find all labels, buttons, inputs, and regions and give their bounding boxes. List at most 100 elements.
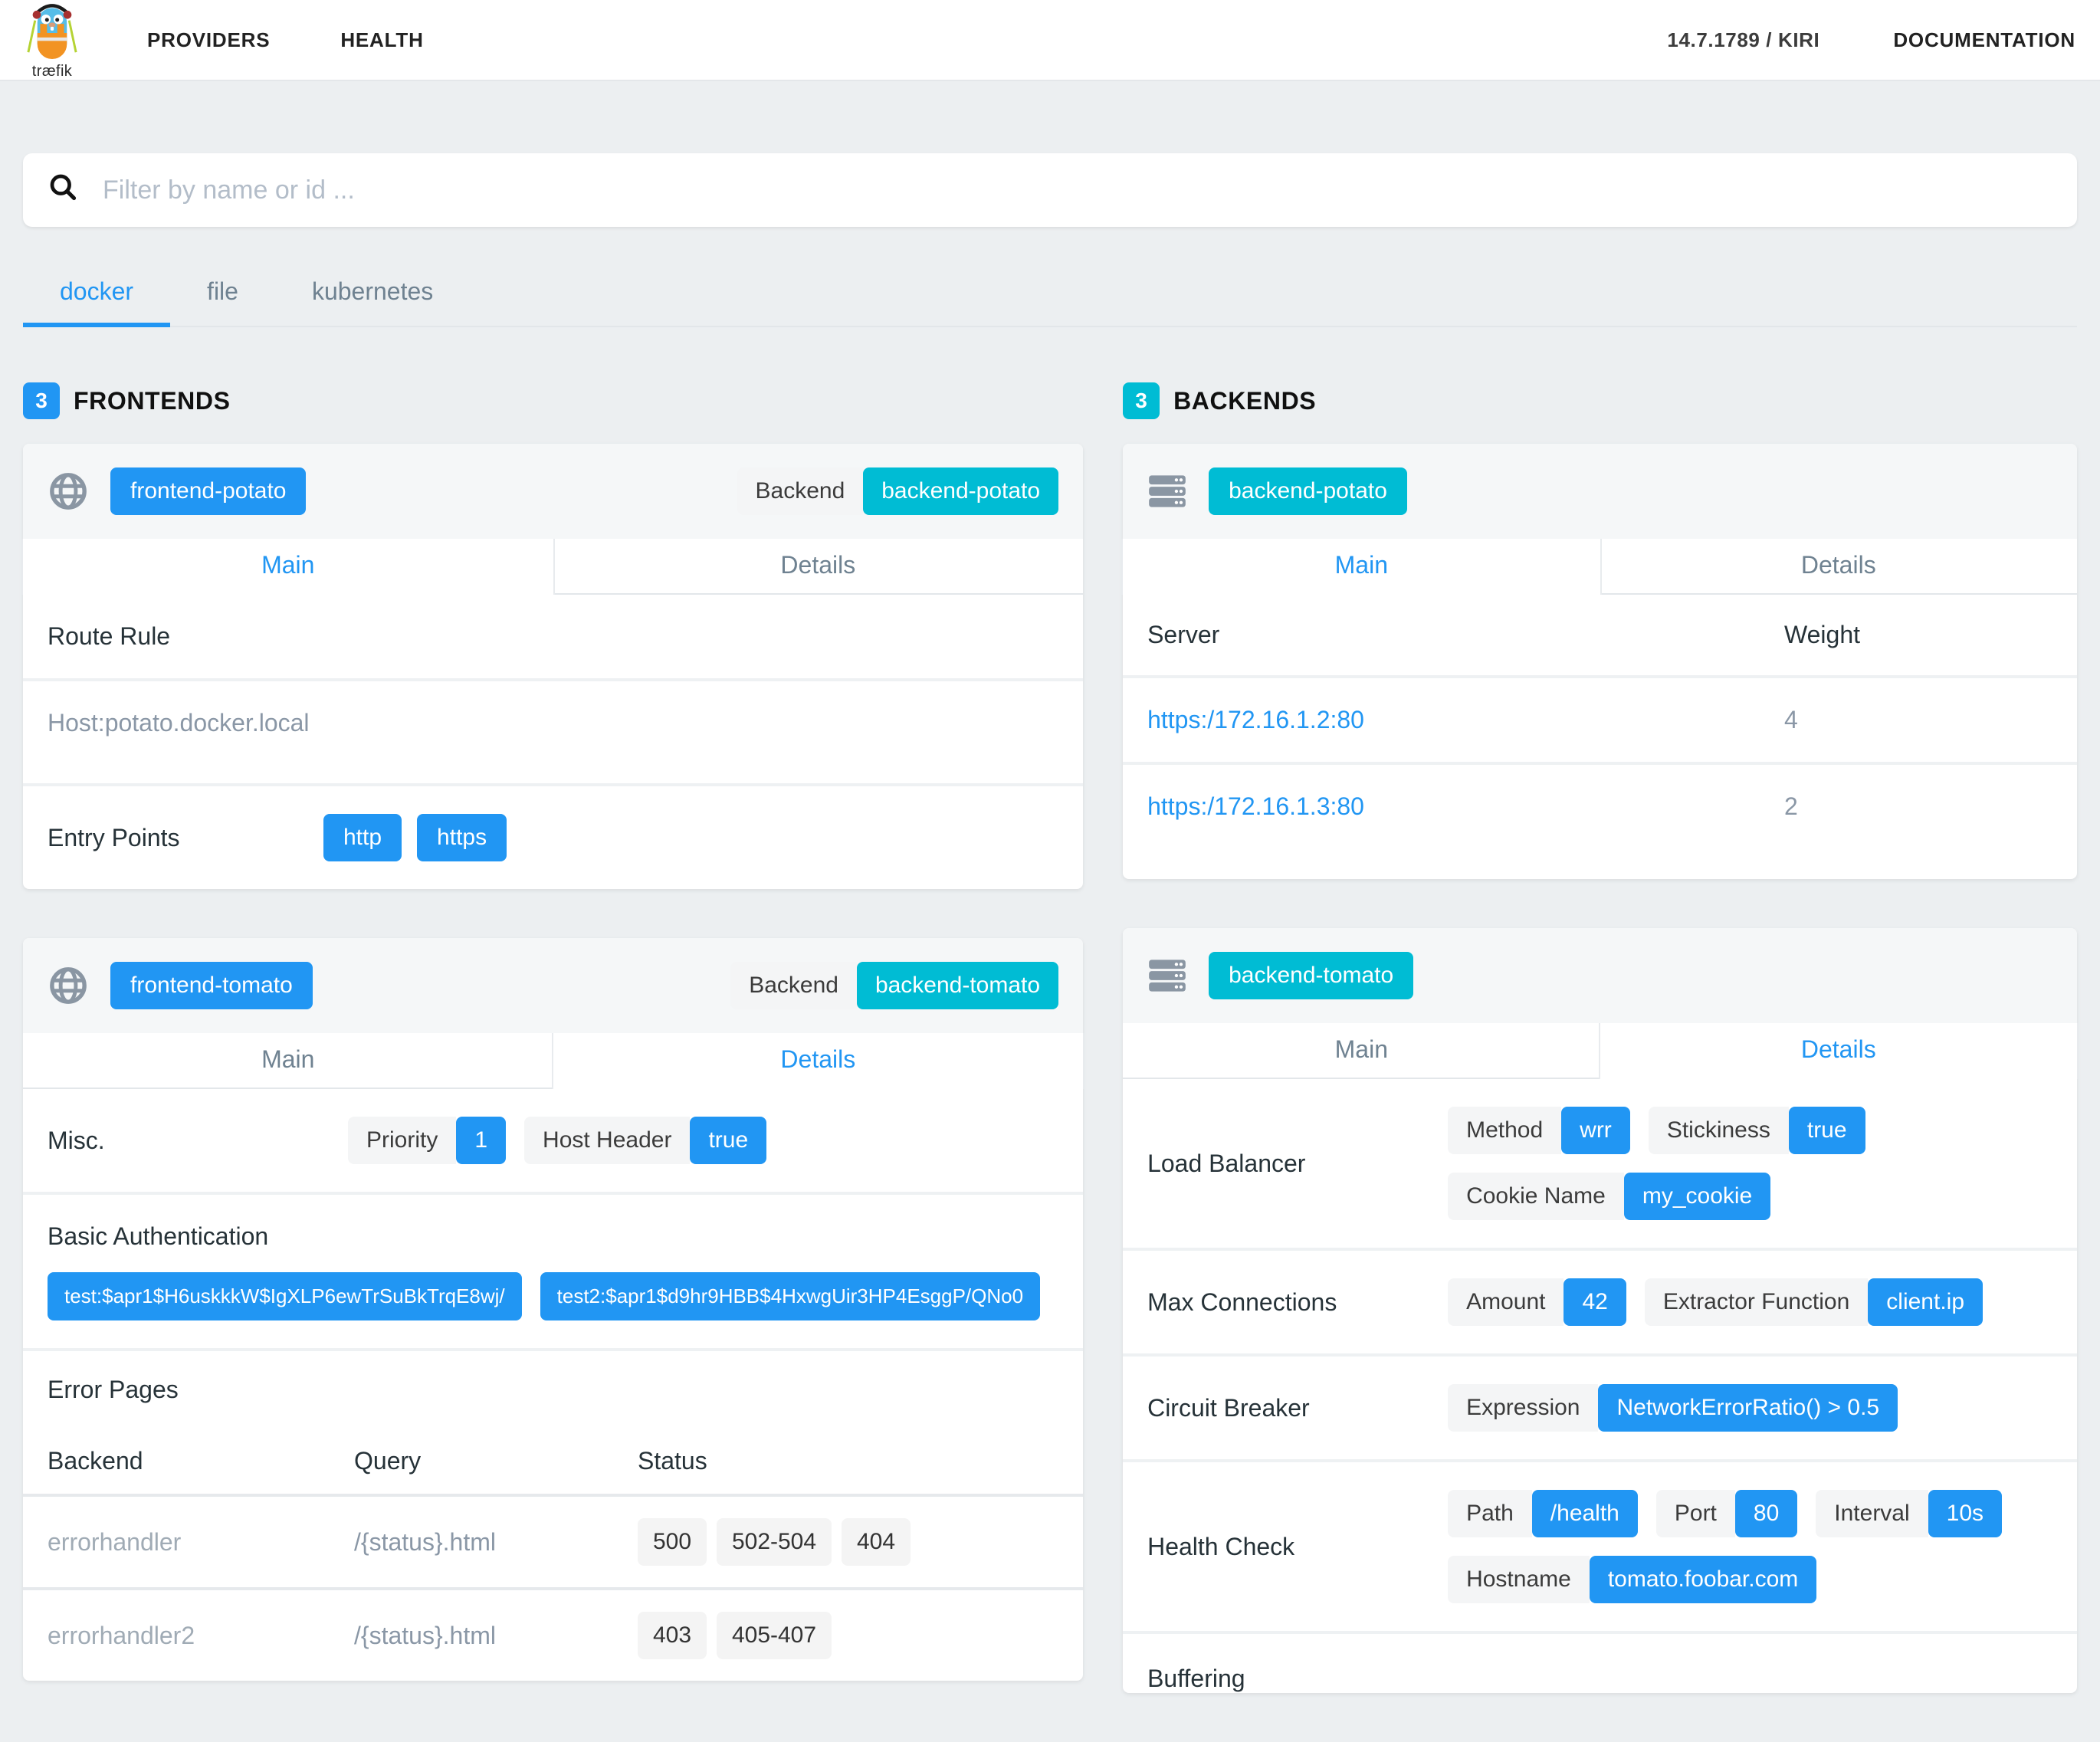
route-rule-label: Route Rule: [48, 622, 170, 650]
error-page-row: errorhandler /{status}.html 500 502-504 …: [23, 1497, 1083, 1590]
pair-value: true: [1789, 1107, 1865, 1154]
misc-label: Misc.: [48, 1127, 348, 1155]
pair-key: Stickiness: [1649, 1107, 1789, 1154]
frontends-title: FRONTENDS: [74, 387, 231, 415]
tab-main[interactable]: Main: [1123, 539, 1600, 595]
card-tabs: Main Details: [1123, 539, 2077, 595]
route-rule-value: Host:potato.docker.local: [48, 709, 310, 736]
tab-details[interactable]: Details: [1600, 539, 2077, 593]
col-status: Status: [638, 1447, 1058, 1475]
pair-key: Extractor Function: [1645, 1278, 1868, 1326]
card-header: backend-tomato: [1123, 928, 2077, 1023]
pair-key: Host Header: [524, 1117, 690, 1164]
priority-pair: Priority 1: [348, 1117, 506, 1164]
pair-value: true: [690, 1117, 766, 1164]
backend-ref-value[interactable]: backend-tomato: [857, 962, 1058, 1009]
pair-value: 1: [456, 1117, 506, 1164]
status-chip: 403: [638, 1612, 707, 1659]
backend-ref[interactable]: Backend backend-potato: [737, 467, 1059, 515]
frontends-section-header: 3 FRONTENDS: [23, 382, 1083, 419]
backend-ref[interactable]: Backend backend-tomato: [730, 962, 1058, 1009]
basic-auth-row: Basic Authentication test:$apr1$H6uskkkW…: [23, 1195, 1083, 1351]
error-pages-table-header: Backend Query Status: [23, 1425, 1083, 1497]
frontend-name-badge[interactable]: frontend-tomato: [110, 962, 313, 1009]
pair-value: 42: [1564, 1278, 1626, 1326]
card-tabs: Main Details: [23, 539, 1083, 595]
search-icon: [48, 172, 78, 208]
pair-value: 80: [1735, 1490, 1797, 1537]
route-rule-value-row: Host:potato.docker.local: [23, 681, 1083, 786]
top-navigation-bar: træfik PROVIDERS HEALTH 14.7.1789 / KIRI…: [0, 0, 2100, 81]
misc-row: Misc. Priority 1 Host Header true: [23, 1089, 1083, 1195]
error-backend: errorhandler: [48, 1528, 354, 1557]
pair-value: wrr: [1561, 1107, 1630, 1154]
pair-value: my_cookie: [1624, 1173, 1770, 1220]
backend-name-badge[interactable]: backend-tomato: [1209, 952, 1413, 999]
error-statuses: 500 502-504 404: [638, 1518, 1058, 1566]
provider-tabs: docker file kubernetes: [23, 264, 2077, 327]
pair-key: Expression: [1448, 1384, 1598, 1432]
tab-main[interactable]: Main: [23, 539, 553, 595]
pair-key: Priority: [348, 1117, 456, 1164]
card-backend-potato: backend-potato Main Details Server Weigh…: [1123, 444, 2077, 879]
frontend-name-badge[interactable]: frontend-potato: [110, 467, 306, 515]
tab-details[interactable]: Details: [553, 539, 1084, 593]
server-stack-icon: [1147, 471, 1187, 511]
traefik-logo[interactable]: træfik: [25, 0, 80, 80]
tab-main[interactable]: Main: [23, 1033, 553, 1088]
pair-key: Path: [1448, 1490, 1532, 1537]
tab-main[interactable]: Main: [1123, 1023, 1600, 1078]
backend-name-badge[interactable]: backend-potato: [1209, 467, 1407, 515]
server-weight: 2: [1784, 792, 2052, 821]
buffering-label: Buffering: [1147, 1665, 1245, 1692]
server-stack-icon: [1147, 956, 1187, 996]
backend-ref-value[interactable]: backend-potato: [863, 467, 1058, 515]
card-header: frontend-tomato Backend backend-tomato: [23, 938, 1083, 1033]
frontends-count-badge: 3: [23, 382, 60, 419]
nav-documentation[interactable]: DOCUMENTATION: [1893, 28, 2075, 52]
tab-details[interactable]: Details: [1600, 1023, 2077, 1079]
pair-key: Amount: [1448, 1278, 1564, 1326]
nav-providers[interactable]: PROVIDERS: [147, 28, 270, 52]
pair-key: Port: [1656, 1490, 1735, 1537]
status-chip: 502-504: [717, 1518, 832, 1566]
backend-ref-label: Backend: [737, 467, 864, 515]
frontends-column: 3 FRONTENDS frontend-potato: [23, 382, 1083, 1730]
error-pages-title: Error Pages: [48, 1376, 179, 1403]
pair-key: Hostname: [1448, 1556, 1590, 1603]
col-server: Server: [1147, 621, 1784, 649]
search-input[interactable]: [103, 176, 2052, 205]
card-backend-tomato: backend-tomato Main Details Load Balance…: [1123, 928, 2077, 1693]
nav-health[interactable]: HEALTH: [340, 28, 423, 52]
pair-value: NetworkErrorRatio() > 0.5: [1598, 1384, 1898, 1432]
pair-value: tomato.foobar.com: [1590, 1556, 1816, 1603]
server-url-link[interactable]: https:/172.16.1.3:80: [1147, 792, 1784, 821]
server-url-link[interactable]: https:/172.16.1.2:80: [1147, 706, 1784, 734]
tab-file[interactable]: file: [170, 264, 275, 326]
error-page-row: errorhandler2 /{status}.html 403 405-407: [23, 1590, 1083, 1681]
buffering-row: Buffering: [1123, 1634, 2077, 1693]
entry-points-label: Entry Points: [48, 824, 323, 852]
error-query: /{status}.html: [354, 1622, 638, 1650]
error-backend: errorhandler2: [48, 1622, 354, 1650]
search-bar[interactable]: [23, 153, 2077, 227]
error-pages-section: Error Pages Backend Query Status errorha…: [23, 1351, 1083, 1681]
server-weight: 4: [1784, 706, 2052, 734]
pair-key: Interval: [1816, 1490, 1928, 1537]
status-chip: 500: [638, 1518, 707, 1566]
error-query: /{status}.html: [354, 1528, 638, 1557]
tab-details[interactable]: Details: [553, 1033, 1084, 1089]
pair-value: /health: [1532, 1490, 1638, 1537]
tab-kubernetes[interactable]: kubernetes: [275, 264, 470, 326]
health-check-label: Health Check: [1147, 1533, 1448, 1561]
tab-docker[interactable]: docker: [23, 264, 170, 327]
backends-column: 3 BACKENDS ba: [1123, 382, 2077, 1742]
entry-point-badge: http: [323, 814, 402, 861]
col-query: Query: [354, 1447, 638, 1475]
max-connections-label: Max Connections: [1147, 1288, 1448, 1317]
card-header: backend-potato: [1123, 444, 2077, 539]
backends-count-badge: 3: [1123, 382, 1160, 419]
backends-section-header: 3 BACKENDS: [1123, 382, 2077, 419]
card-frontend-tomato: frontend-tomato Backend backend-tomato M…: [23, 938, 1083, 1681]
entry-point-badge: https: [417, 814, 507, 861]
